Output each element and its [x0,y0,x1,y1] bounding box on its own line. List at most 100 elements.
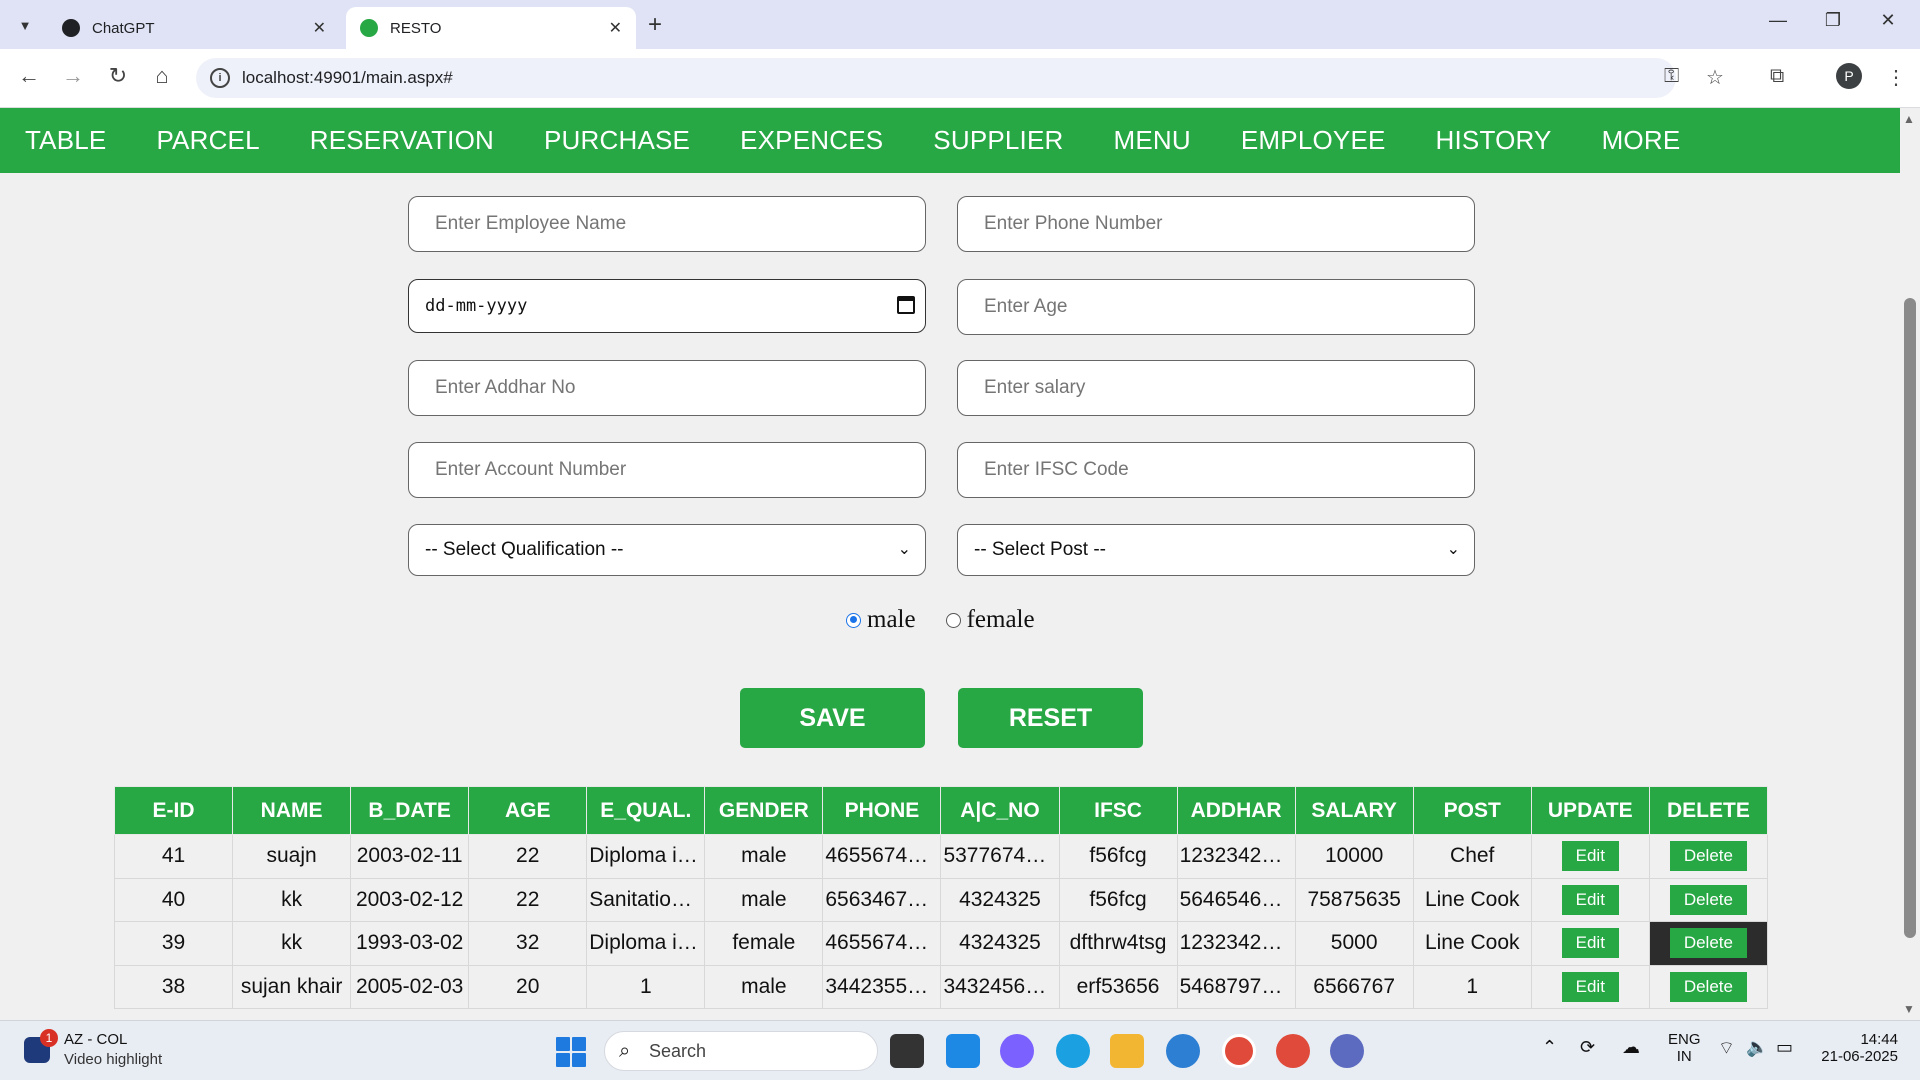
nav-table[interactable]: TABLE [25,125,106,156]
nav-expences[interactable]: EXPENCES [740,125,883,156]
infinity-app-icon[interactable] [1330,1034,1364,1068]
home-icon[interactable]: ⌂ [147,63,177,89]
widget-subtitle[interactable]: Video highlight [64,1051,162,1068]
extensions-puzzle-icon[interactable]: ⧉ [1770,65,1784,88]
password-key-icon[interactable]: ⚿ [1664,65,1679,88]
chatgpt-favicon-icon [62,19,80,37]
nav-more[interactable]: MORE [1602,125,1681,156]
new-tab-plus-icon[interactable]: + [648,11,662,39]
taskbar-search-box[interactable]: ⌕ Search [604,1031,878,1071]
close-tab-icon[interactable]: ✕ [609,18,622,38]
sync-icon[interactable]: ⟳ [1580,1037,1595,1058]
cell-name: kk [232,877,352,922]
cell-age: 20 [468,964,588,1009]
account-number-input[interactable]: Enter Account Number [408,442,926,498]
bookmark-star-icon[interactable]: ☆ [1706,65,1724,90]
chrome-profile-p-icon[interactable] [1222,1034,1256,1068]
tab-chatgpt[interactable]: ChatGPT ✕ [48,7,340,49]
cell-ifsc: f56fcg [1058,877,1178,922]
delete-button[interactable]: Delete [1669,971,1747,1002]
cell-addhar: 54687975… [1176,964,1296,1009]
chrome-menu-icon[interactable]: ⋮ [1886,65,1906,90]
delete-button[interactable]: Delete [1669,884,1747,915]
task-view-icon[interactable] [890,1034,924,1068]
male-radio[interactable] [846,612,861,628]
nav-history[interactable]: HISTORY [1436,125,1552,156]
cell-phone: 4655674667 [822,921,942,966]
tab-resto[interactable]: RESTO ✕ [346,7,636,49]
wifi-icon[interactable]: ⌔ [1718,1037,1735,1060]
age-input[interactable]: Enter Age [957,279,1475,335]
employee-table: E-ID NAME B_DATE AGE E_QUAL. GENDER PHON… [113,786,1769,1009]
nav-purchase[interactable]: PURCHASE [544,125,690,156]
cell-bdate: 1993-03-02 [350,921,470,966]
site-info-icon[interactable]: i [210,68,230,88]
profile-avatar[interactable]: P [1836,63,1862,89]
window-close-icon[interactable]: ✕ [1868,10,1908,31]
page-scrollbar[interactable]: ▲ ▼ [1900,108,1920,1020]
close-tab-icon[interactable]: ✕ [313,18,326,38]
edit-button[interactable]: Edit [1561,841,1619,872]
nav-employee[interactable]: EMPLOYEE [1241,125,1386,156]
scroll-down-arrow-icon[interactable]: ▼ [1903,1002,1915,1016]
delete-button[interactable]: Delete [1669,928,1747,959]
battery-icon[interactable]: ▭ [1776,1037,1793,1058]
post-select[interactable]: -- Select Post -- ⌄ [957,524,1475,576]
cell-post: 1 [1412,964,1532,1009]
address-bar[interactable]: i localhost:49901/main.aspx# [196,58,1676,98]
edit-button[interactable]: Edit [1561,971,1619,1002]
cell-name: suajn [232,834,352,879]
nav-reservation[interactable]: RESERVATION [310,125,494,156]
chevron-up-icon[interactable]: ⌃ [1542,1037,1557,1058]
cell-qual: Diploma in… [586,834,706,879]
scroll-thumb[interactable] [1904,298,1916,938]
cell-salary: 6566767 [1294,964,1414,1009]
visual-studio-icon[interactable] [1166,1034,1200,1068]
salary-input[interactable]: Enter salary [957,360,1475,416]
gender-radio-group: male female [846,606,1035,634]
column-header: SALARY [1294,786,1414,835]
volume-icon[interactable]: 🔈 [1746,1037,1768,1058]
onedrive-cloud-icon[interactable]: ☁ [1622,1037,1640,1058]
addhar-input[interactable]: Enter Addhar No [408,360,926,416]
scroll-up-arrow-icon[interactable]: ▲ [1903,112,1915,126]
nav-parcel[interactable]: PARCEL [156,125,259,156]
ifsc-code-input[interactable]: Enter IFSC Code [957,442,1475,498]
edit-button[interactable]: Edit [1561,884,1619,915]
female-radio[interactable] [945,612,961,628]
minimize-icon[interactable]: — [1758,10,1798,31]
copilot-icon[interactable] [1000,1034,1034,1068]
file-explorer-icon[interactable] [1110,1034,1144,1068]
tab-title: ChatGPT [92,19,155,37]
edit-button[interactable]: Edit [1561,928,1619,959]
edge-browser-icon[interactable] [1056,1034,1090,1068]
back-arrow-icon[interactable]: ← [14,63,44,89]
reset-button[interactable]: RESET [958,688,1143,748]
chrome-profile-s-icon[interactable] [1276,1034,1310,1068]
windows-start-icon[interactable] [556,1037,586,1067]
mysql-app-icon[interactable] [946,1034,980,1068]
language-code: ENG [1668,1031,1701,1048]
delete-button[interactable]: Delete [1669,841,1747,872]
language-indicator[interactable]: ENG IN [1668,1031,1701,1065]
employee-name-input[interactable]: Enter Employee Name [408,196,926,252]
nav-menu[interactable]: MENU [1114,125,1191,156]
cell-addhar: 12323424… [1176,921,1296,966]
qualification-select[interactable]: -- Select Qualification -- ⌄ [408,524,926,576]
column-header: B_DATE [350,786,470,835]
clock[interactable]: 14:44 21-06-2025 [1818,1031,1898,1065]
restore-icon[interactable]: ❐ [1813,10,1853,31]
qualification-selected-value: -- Select Qualification -- [425,539,624,560]
nav-supplier[interactable]: SUPPLIER [933,125,1063,156]
calendar-icon[interactable] [897,296,915,314]
phone-number-input[interactable]: Enter Phone Number [957,196,1475,252]
forward-arrow-icon[interactable]: → [58,63,88,89]
female-label: female [966,606,1035,633]
widget-title[interactable]: AZ - COL [64,1031,127,1048]
cell-eid: 38 [113,964,234,1009]
birth-date-input[interactable]: dd-mm-yyyy [408,279,926,333]
table-row: 40 kk 2003-02-12 22 Sanitation … male 65… [113,877,1769,922]
tab-search-chevron-icon[interactable]: ▼ [10,10,40,40]
save-button[interactable]: SAVE [740,688,925,748]
reload-icon[interactable]: ↻ [103,63,133,89]
